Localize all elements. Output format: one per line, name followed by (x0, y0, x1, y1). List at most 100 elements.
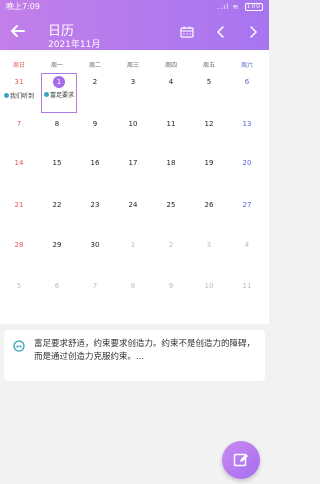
day-number: 4 (168, 78, 174, 86)
day-number: 29 (52, 241, 62, 249)
day-cell[interactable]: 30 (76, 239, 114, 285)
day-number: 8 (54, 120, 60, 128)
day-cell[interactable]: 14 (0, 157, 38, 203)
day-cell[interactable]: 2 (76, 76, 114, 122)
day-cell[interactable]: 10 (190, 280, 228, 326)
event-label: 富足要求 (49, 92, 74, 99)
weekday-header: 周日 周一 周二 周三 周四 周五 周六 (0, 60, 269, 70)
day-number: 5 (206, 78, 212, 86)
event-dot-icon (43, 92, 49, 97)
day-cell[interactable]: 7 (76, 280, 114, 326)
day-number: 11 (166, 120, 176, 128)
day-number: 10 (128, 120, 138, 128)
day-cell[interactable]: 8 (114, 280, 152, 326)
status-icons: ..ıl ≋ 100 (217, 0, 263, 14)
day-number: 7 (92, 282, 98, 290)
prev-month-icon[interactable] (214, 25, 228, 39)
day-cell[interactable]: 31 我们听到 (0, 76, 38, 122)
calendar-icon[interactable] (180, 26, 194, 38)
day-number: 22 (52, 201, 62, 209)
status-time: 晚上7:09 (6, 2, 40, 11)
weekday-fri: 周五 (202, 62, 215, 69)
quote-bubble-icon (13, 340, 25, 352)
weekday-sun: 周日 (12, 62, 25, 69)
day-cell[interactable]: 2 (152, 239, 190, 285)
day-number: 2 (92, 78, 98, 86)
day-number: 7 (16, 120, 22, 128)
day-number: 26 (204, 201, 214, 209)
edit-icon (233, 453, 248, 467)
day-number: 14 (14, 159, 24, 167)
day-cell[interactable]: 3 (114, 76, 152, 122)
weekday-tue: 周二 (88, 62, 101, 69)
day-cell[interactable]: 29 (38, 239, 76, 285)
day-number: 18 (166, 159, 176, 167)
event-label: 我们听到 (9, 93, 34, 100)
day-number: 9 (168, 282, 174, 290)
day-number: 8 (130, 282, 136, 290)
daily-quote-card[interactable]: 富足要求舒适，约束要求创造力。约束不是创造力的障碍，而是通过创造力克服约束。..… (4, 330, 265, 381)
day-cell[interactable]: 5 (190, 76, 228, 122)
month-label: 2021年11月 (48, 40, 101, 50)
day-cell[interactable]: 6 (228, 76, 266, 122)
day-cell[interactable]: 5 (0, 280, 38, 326)
day-cell[interactable]: 9 (152, 280, 190, 326)
day-cell[interactable]: 1 (114, 239, 152, 285)
signal-icon: ..ıl (216, 3, 230, 11)
event-item[interactable]: 我们听到 (0, 91, 38, 100)
day-cell[interactable]: 18 (152, 157, 190, 203)
day-number: 30 (90, 241, 100, 249)
day-number: 23 (90, 201, 100, 209)
day-number: 28 (14, 241, 24, 249)
day-cell[interactable]: 20 (228, 157, 266, 203)
day-number: 1 (130, 241, 136, 249)
weekday-sat: 周六 (240, 62, 253, 69)
weekday-thu: 周四 (164, 62, 177, 69)
day-number: 20 (242, 159, 252, 167)
day-cell[interactable]: 17 (114, 157, 152, 203)
day-number: 15 (52, 159, 62, 167)
event-dot-icon (3, 93, 9, 98)
day-number: 2 (168, 241, 174, 249)
day-number: 16 (90, 159, 100, 167)
day-number: 24 (128, 201, 138, 209)
day-number: 6 (54, 282, 60, 290)
day-cell[interactable]: 19 (190, 157, 228, 203)
app-header: 日历 2021年11月 (0, 14, 269, 50)
day-number: 3 (206, 241, 212, 249)
wifi-icon: ≋ (232, 3, 240, 11)
next-month-icon[interactable] (246, 25, 260, 39)
day-cell[interactable]: 15 (38, 157, 76, 203)
day-number: 21 (14, 201, 24, 209)
status-bar: 晚上7:09 ..ıl ≋ 100 (0, 0, 269, 14)
day-cell[interactable]: 28 (0, 239, 38, 285)
day-cell[interactable]: 11 (228, 280, 266, 326)
day-number: 19 (204, 159, 214, 167)
weekday-wed: 周三 (126, 62, 139, 69)
day-cell[interactable]: 4 (152, 76, 190, 122)
day-cell[interactable]: 4 (228, 239, 266, 285)
day-number: 1 (42, 76, 76, 88)
day-number: 17 (128, 159, 138, 167)
day-number: 25 (166, 201, 176, 209)
quote-text: 富足要求舒适，约束要求创造力。约束不是创造力的障碍，而是通过创造力克服约束。..… (34, 339, 256, 362)
day-number: 4 (244, 241, 250, 249)
day-number: 13 (242, 120, 252, 128)
today-marker: 1 (53, 76, 65, 88)
day-number: 10 (204, 282, 214, 290)
day-number: 3 (130, 78, 136, 86)
edit-fab-button[interactable] (222, 441, 260, 479)
event-item[interactable]: 富足要求 (42, 90, 76, 99)
calendar-grid: 周日 周一 周二 周三 周四 周五 周六 31 我们听到 1 富足要求 2 3 … (0, 50, 269, 324)
day-cell[interactable]: 6 (38, 280, 76, 326)
day-cell[interactable]: 3 (190, 239, 228, 285)
day-cell-selected[interactable]: 1 富足要求 (41, 73, 77, 113)
weekday-mon: 周一 (50, 62, 63, 69)
day-number: 6 (244, 78, 250, 86)
battery-icon: 100 (244, 3, 263, 11)
day-number: 11 (242, 282, 252, 290)
day-number: 27 (242, 201, 252, 209)
back-arrow-icon[interactable] (8, 21, 28, 41)
day-cell[interactable]: 16 (76, 157, 114, 203)
day-number: 5 (16, 282, 22, 290)
